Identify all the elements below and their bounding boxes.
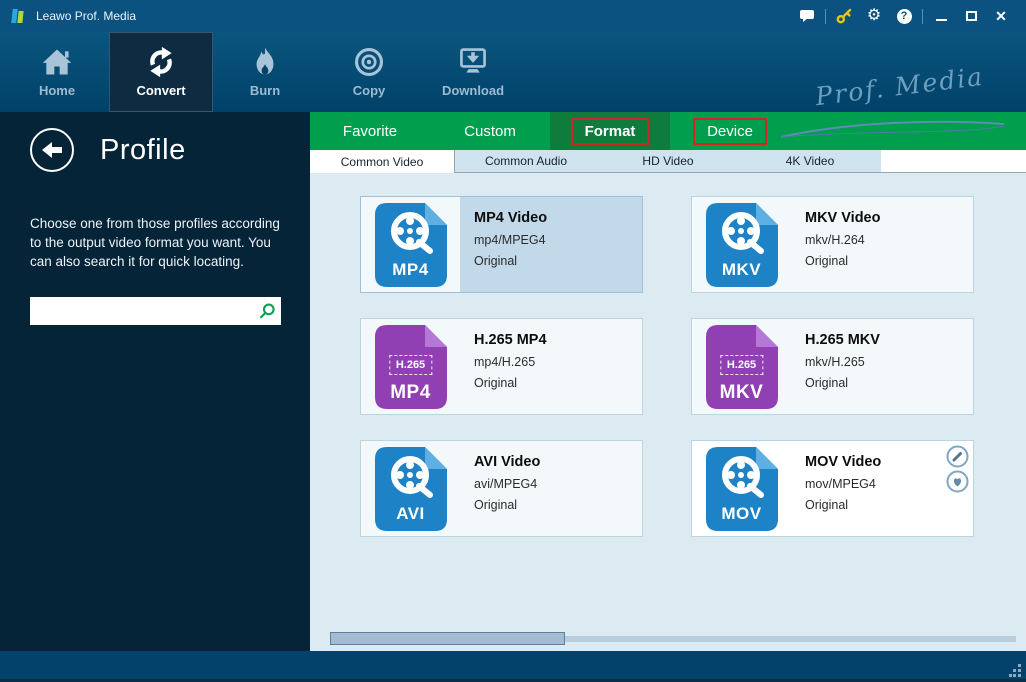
leawo-logo-icon: [10, 7, 28, 25]
subtab-common-video[interactable]: Common Video: [310, 150, 455, 173]
close-icon[interactable]: ✕: [986, 4, 1016, 28]
tab-custom[interactable]: Custom: [430, 112, 550, 150]
convert-icon: [143, 46, 179, 78]
tab-favorite[interactable]: Favorite: [310, 112, 430, 150]
profile-format: mkv/H.265: [805, 355, 973, 369]
subtab-hd-video[interactable]: HD Video: [597, 150, 739, 173]
mkv-file-icon: MKV: [692, 197, 791, 292]
profile-sidebar: Profile Choose one from those profiles a…: [0, 112, 310, 651]
titlebar-separator: [825, 9, 826, 24]
tab-device[interactable]: Device: [670, 112, 790, 150]
h265-mkv-file-icon: H.265 MKV: [692, 319, 791, 414]
minimize-icon[interactable]: [926, 4, 956, 28]
profile-card-h265-mp4[interactable]: H.265 MP4 H.265 MP4 mp4/H.265 Original: [360, 318, 643, 415]
chat-icon[interactable]: [792, 4, 822, 28]
resize-grip-icon[interactable]: [1009, 664, 1022, 677]
copy-disc-icon: [351, 46, 387, 78]
annotation-box-format: Format: [571, 118, 650, 145]
profile-quality: Original: [474, 498, 642, 512]
profile-card-mov[interactable]: MOV MOV Video mov/MPEG4 Original: [691, 440, 974, 537]
search-icon[interactable]: [258, 302, 276, 325]
profile-quality: Original: [805, 254, 973, 268]
profile-quality: Original: [805, 376, 973, 390]
nav-item-download[interactable]: Download: [421, 32, 525, 112]
profile-quality: Original: [474, 376, 642, 390]
profile-name: H.265 MKV: [805, 332, 973, 348]
profile-quality: Original: [474, 254, 642, 268]
nav-item-home[interactable]: Home: [5, 32, 109, 112]
profile-search-input[interactable]: [30, 297, 281, 325]
signature-swoosh: [778, 118, 1008, 140]
profile-list: MP4 MP4 Video mp4/MPEG4 Original: [310, 173, 1026, 651]
back-button[interactable]: [30, 128, 74, 172]
nav-item-burn[interactable]: Burn: [213, 32, 317, 112]
key-icon[interactable]: [829, 4, 859, 28]
window-title: Leawo Prof. Media: [36, 9, 136, 23]
avi-file-icon: AVI: [361, 441, 460, 536]
profile-card-h265-mkv[interactable]: H.265 MKV H.265 MKV mkv/H.265 Original: [691, 318, 974, 415]
profile-card-mkv[interactable]: MKV MKV Video mkv/H.264 Original: [691, 196, 974, 293]
titlebar-separator: [922, 9, 923, 24]
nav-item-copy[interactable]: Copy: [317, 32, 421, 112]
subtab-4k-video[interactable]: 4K Video: [739, 150, 881, 173]
help-icon[interactable]: ?: [889, 4, 919, 28]
app-window: Leawo Prof. Media ⚙ ? ✕ Home: [0, 0, 1026, 682]
nav-item-convert[interactable]: Convert: [109, 32, 213, 112]
profile-format: mkv/H.264: [805, 233, 973, 247]
gear-icon[interactable]: ⚙: [859, 4, 889, 28]
profile-name: MKV Video: [805, 210, 973, 226]
profile-search: [30, 297, 281, 325]
profile-quality: Original: [805, 498, 973, 512]
subtab-filler: [881, 150, 1026, 173]
profile-name: H.265 MP4: [474, 332, 642, 348]
favorite-profile-icon[interactable]: [946, 470, 969, 493]
profile-name: MP4 Video: [474, 210, 642, 226]
profile-card-mp4[interactable]: MP4 MP4 Video mp4/MPEG4 Original: [360, 196, 643, 293]
home-icon: [39, 46, 75, 78]
mp4-file-icon: MP4: [361, 197, 460, 292]
scrollbar-thumb[interactable]: [330, 632, 565, 645]
main-navbar: Home Convert Burn Copy: [0, 32, 1026, 112]
back-arrow-icon: [40, 138, 64, 162]
mov-file-icon: MOV: [692, 441, 791, 536]
annotation-box-device: Device: [693, 118, 767, 145]
edit-profile-icon[interactable]: [946, 445, 969, 468]
format-subtabs: Common Video Common Audio HD Video 4K Vi…: [310, 150, 1026, 173]
profile-format: mp4/H.265: [474, 355, 642, 369]
maximize-icon[interactable]: [956, 4, 986, 28]
profile-name: AVI Video: [474, 454, 642, 470]
h265-mp4-file-icon: H.265 MP4: [361, 319, 460, 414]
statusbar: [0, 651, 1026, 682]
titlebar: Leawo Prof. Media ⚙ ? ✕: [0, 0, 1026, 32]
profile-format: mp4/MPEG4: [474, 233, 642, 247]
horizontal-scrollbar[interactable]: [310, 632, 1026, 646]
tab-format[interactable]: Format: [550, 112, 670, 150]
profile-description: Choose one from those profiles according…: [30, 214, 284, 271]
page-title: Profile: [100, 134, 186, 167]
profile-card-avi[interactable]: AVI AVI Video avi/MPEG4 Original: [360, 440, 643, 537]
prof-media-signature: Prof. Media: [813, 62, 985, 111]
burn-icon: [247, 46, 283, 78]
profile-format: avi/MPEG4: [474, 477, 642, 491]
subtab-common-audio[interactable]: Common Audio: [455, 150, 597, 173]
download-icon: [455, 46, 491, 78]
